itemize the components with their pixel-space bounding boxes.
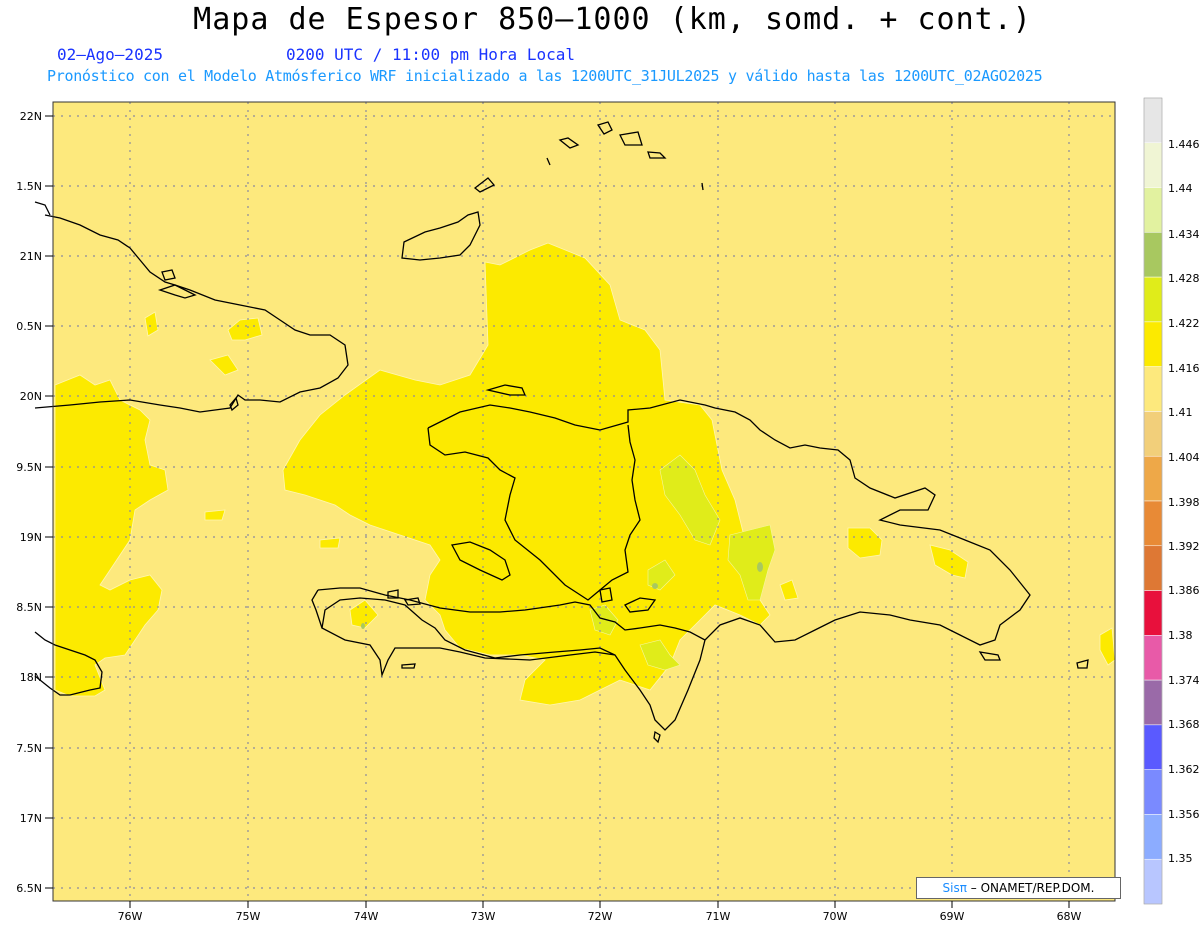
colorbar-label: 1.446 xyxy=(1168,138,1200,151)
colorbar-swatch xyxy=(1143,411,1163,457)
colorbar-swatch xyxy=(1143,187,1163,233)
colorbar-label: 1.422 xyxy=(1168,317,1200,330)
lat-label: 9.5N xyxy=(16,461,42,474)
colorbar-swatch xyxy=(1143,769,1163,815)
lon-labels: 76W 75W 74W 73W 72W 71W 70W 69W 68W xyxy=(118,910,1082,923)
colorbar-swatch xyxy=(1143,679,1163,726)
colorbar-label: 1.404 xyxy=(1168,451,1200,464)
colorbar xyxy=(1143,97,1163,905)
lat-label: 21N xyxy=(20,250,42,263)
colorbar-label: 1.35 xyxy=(1168,852,1193,865)
lon-label: 75W xyxy=(236,910,261,923)
colorbar-label: 1.386 xyxy=(1168,584,1200,597)
colorbar-label: 1.44 xyxy=(1168,182,1193,195)
colorbar-swatch xyxy=(1143,276,1163,323)
thickness-map: 22N 1.5N 21N 0.5N 20N 9.5N 19N 8.5N 18N … xyxy=(16,97,1200,923)
colorbar-label: 1.416 xyxy=(1168,362,1200,375)
lat-ticks xyxy=(45,115,53,889)
colorbar-swatch xyxy=(1143,232,1163,278)
colorbar-label: 1.374 xyxy=(1168,674,1200,687)
lat-labels: 22N 1.5N 21N 0.5N 20N 9.5N 19N 8.5N 18N … xyxy=(16,110,42,895)
lat-label: 7.5N xyxy=(16,742,42,755)
lat-label: 17N xyxy=(20,812,42,825)
lat-label: 18N xyxy=(20,671,42,684)
lon-label: 71W xyxy=(706,910,731,923)
lon-label: 69W xyxy=(940,910,965,923)
colorbar-swatch xyxy=(1143,366,1163,412)
colorbar-swatch xyxy=(1143,724,1163,770)
colorbar-label: 1.362 xyxy=(1168,763,1200,776)
colorbar-label: 1.434 xyxy=(1168,228,1200,241)
lat-label: 8.5N xyxy=(16,601,42,614)
colorbar-swatch xyxy=(1143,97,1163,144)
lat-label: 0.5N xyxy=(16,320,42,333)
credit-brand: Sisπ xyxy=(942,881,967,895)
credit-text: – ONAMET/REP.DOM. xyxy=(970,881,1095,895)
lon-label: 73W xyxy=(471,910,496,923)
colorbar-swatch xyxy=(1143,142,1163,188)
colorbar-swatch xyxy=(1143,590,1163,636)
lon-label: 70W xyxy=(823,910,848,923)
lon-label: 68W xyxy=(1057,910,1082,923)
lat-label: 20N xyxy=(20,390,42,403)
colorbar-label: 1.38 xyxy=(1168,629,1193,642)
colorbar-swatch xyxy=(1143,545,1163,591)
colorbar-labels: 1.446 1.44 1.434 1.428 1.422 1.416 1.41 … xyxy=(1168,138,1200,865)
colorbar-label: 1.392 xyxy=(1168,540,1200,553)
colorbar-label: 1.356 xyxy=(1168,808,1200,821)
colorbar-swatch xyxy=(1143,635,1163,681)
colorbar-label: 1.428 xyxy=(1168,272,1200,285)
colorbar-label: 1.41 xyxy=(1168,406,1193,419)
colorbar-swatch xyxy=(1143,455,1163,502)
lon-label: 72W xyxy=(588,910,613,923)
lon-label: 76W xyxy=(118,910,143,923)
colorbar-swatch xyxy=(1143,858,1163,905)
lat-label: 22N xyxy=(20,110,42,123)
lon-label: 74W xyxy=(354,910,379,923)
colorbar-swatch xyxy=(1143,814,1163,860)
colorbar-label: 1.368 xyxy=(1168,718,1200,731)
colorbar-swatch xyxy=(1143,500,1163,547)
lat-label: 1.5N xyxy=(16,180,42,193)
colorbar-swatch xyxy=(1143,321,1163,367)
colorbar-label: 1.398 xyxy=(1168,496,1200,509)
credit-box: Sisπ – ONAMET/REP.DOM. xyxy=(916,877,1121,899)
lat-label: 19N xyxy=(20,531,42,544)
lon-ticks xyxy=(129,901,1070,908)
lat-label: 6.5N xyxy=(16,882,42,895)
